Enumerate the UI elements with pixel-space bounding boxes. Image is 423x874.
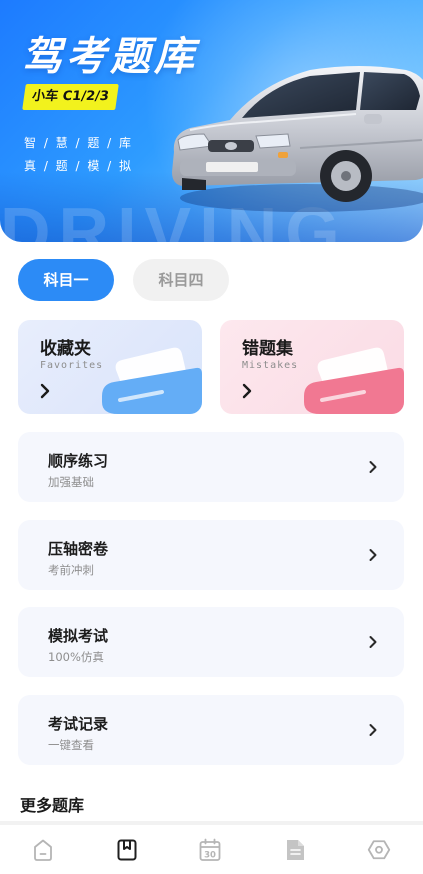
mistakes-folder-icon xyxy=(304,347,404,414)
list-item-title: 考试记录 xyxy=(48,715,109,733)
list-item-subtitle: 一键查看 xyxy=(48,738,94,752)
chevron-right-icon xyxy=(40,383,50,399)
list-item-title: 顺序练习 xyxy=(48,452,109,470)
list-item-sequential-practice[interactable]: 顺序练习 加强基础 xyxy=(18,432,404,502)
list-item-subtitle: 加强基础 xyxy=(48,475,94,489)
chevron-right-icon xyxy=(242,383,252,399)
favorites-subtitle: Favorites xyxy=(40,360,104,371)
list-item-subtitle: 100%仿真 xyxy=(48,650,104,664)
banner-slogan-line2: 真 / 题 / 模 / 拟 xyxy=(24,159,134,173)
tab-subject-one[interactable]: 科目一 xyxy=(18,259,114,301)
settings-hexagon-icon[interactable] xyxy=(367,837,391,863)
car-illustration xyxy=(172,66,423,212)
favorites-card[interactable]: 收藏夹 Favorites xyxy=(18,320,202,414)
bottom-nav: 30 xyxy=(0,821,423,874)
chevron-right-icon xyxy=(369,461,377,473)
more-question-banks-heading: 更多题库 xyxy=(20,796,85,815)
mistakes-title: 错题集 xyxy=(242,339,293,359)
list-item-exam-records[interactable]: 考试记录 一键查看 xyxy=(18,695,404,765)
chevron-right-icon xyxy=(369,724,377,736)
list-item-title: 压轴密卷 xyxy=(48,540,109,558)
mistakes-subtitle: Mistakes xyxy=(242,360,299,371)
chevron-right-icon xyxy=(369,549,377,561)
license-type-badge: 小车 C1/2/3 xyxy=(22,84,119,110)
calendar-30-icon[interactable]: 30 xyxy=(198,837,222,863)
bookmark-book-icon[interactable] xyxy=(115,837,139,863)
mistakes-card[interactable]: 错题集 Mistakes xyxy=(220,320,404,414)
banner-slogan-line1: 智 / 慧 / 题 / 库 xyxy=(24,136,134,150)
header-banner: DRIVING 驾考题库 小车 C1/2/3 智 / 慧 / 题 / 库 真 /… xyxy=(0,0,423,242)
document-icon[interactable] xyxy=(283,837,307,863)
list-item-final-exam-papers[interactable]: 压轴密卷 考前冲刺 xyxy=(18,520,404,590)
favorites-folder-icon xyxy=(102,347,202,414)
calendar-day-label: 30 xyxy=(204,851,216,861)
list-item-title: 模拟考试 xyxy=(48,627,109,645)
list-item-mock-exam[interactable]: 模拟考试 100%仿真 xyxy=(18,607,404,677)
favorites-title: 收藏夹 xyxy=(40,339,91,359)
tab-subject-four[interactable]: 科目四 xyxy=(133,259,229,301)
home-icon[interactable] xyxy=(31,837,55,863)
chevron-right-icon xyxy=(369,636,377,648)
list-item-subtitle: 考前冲刺 xyxy=(48,563,94,577)
